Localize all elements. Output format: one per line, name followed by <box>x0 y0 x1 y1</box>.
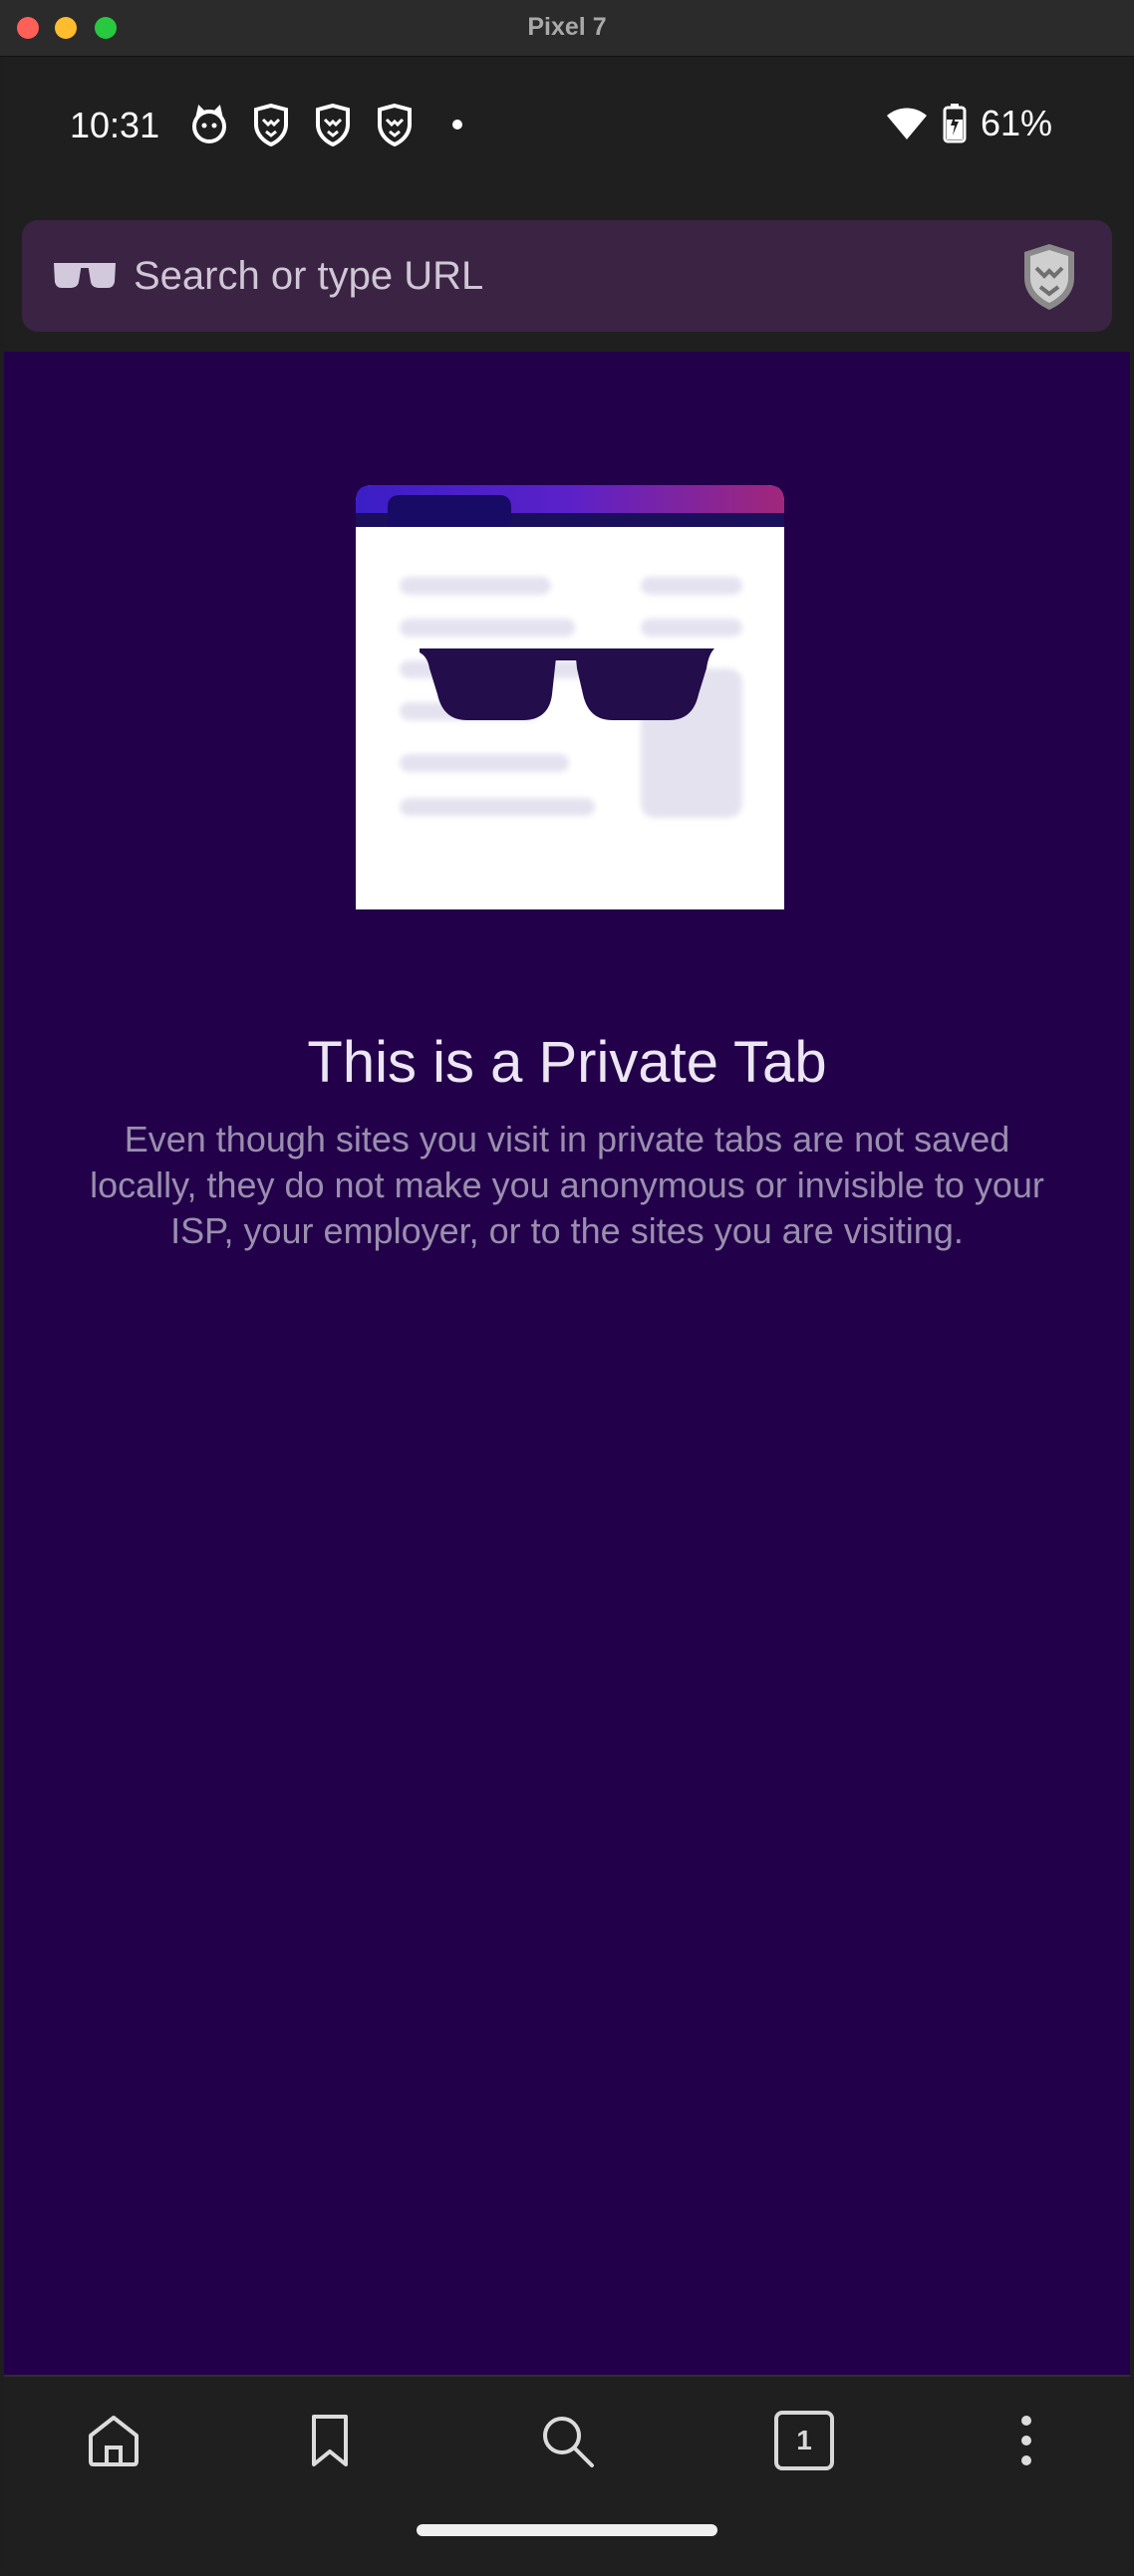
more-menu-button[interactable] <box>994 2409 1058 2472</box>
status-indicators: 61% <box>885 103 1052 144</box>
url-bar[interactable]: Search or type URL <box>22 220 1112 332</box>
wifi-icon <box>886 108 927 139</box>
private-browser-illustration <box>356 485 784 909</box>
brave-lion-icon <box>316 103 350 146</box>
notification-icons <box>189 103 462 146</box>
brave-lion-icon <box>378 103 412 146</box>
url-bar-placeholder[interactable]: Search or type URL <box>134 254 483 299</box>
bottom-toolbar: 1 <box>4 2375 1130 2504</box>
tab-count: 1 <box>774 2411 834 2470</box>
battery-charging-icon <box>943 104 967 143</box>
window-title: Pixel 7 <box>527 13 607 41</box>
tab-switcher-button[interactable]: 1 <box>772 2409 836 2472</box>
brave-lion-icon <box>254 103 288 146</box>
bookmarks-button[interactable] <box>298 2409 362 2472</box>
more-notifications-dot <box>452 120 462 129</box>
brave-shields-icon[interactable] <box>1016 240 1082 312</box>
home-gesture-handle[interactable] <box>417 2524 717 2536</box>
system-navigation-bar <box>4 2504 1130 2572</box>
phone-screen: 10:31 61% Search or type URL This is a P… <box>4 57 1130 2572</box>
private-tab-title: This is a Private Tab <box>307 1030 827 1095</box>
window-titlebar: Pixel 7 <box>0 0 1134 57</box>
cat-face-icon <box>192 105 226 143</box>
private-tab-description: Even though sites you visit in private t… <box>90 1119 1044 1251</box>
private-tab-page: This is a Private Tab Even though sites … <box>4 352 1130 2375</box>
status-bar: 10:31 61% <box>4 57 1130 196</box>
bookmark-icon <box>312 2415 348 2466</box>
private-glasses-icon <box>54 263 116 288</box>
more-icon <box>1021 2416 1031 2465</box>
search-button[interactable] <box>535 2409 599 2472</box>
home-button[interactable] <box>82 2409 145 2472</box>
home-icon <box>89 2416 139 2466</box>
battery-percent: 61% <box>980 103 1052 143</box>
search-icon <box>543 2417 594 2467</box>
status-time: 10:31 <box>70 105 160 145</box>
